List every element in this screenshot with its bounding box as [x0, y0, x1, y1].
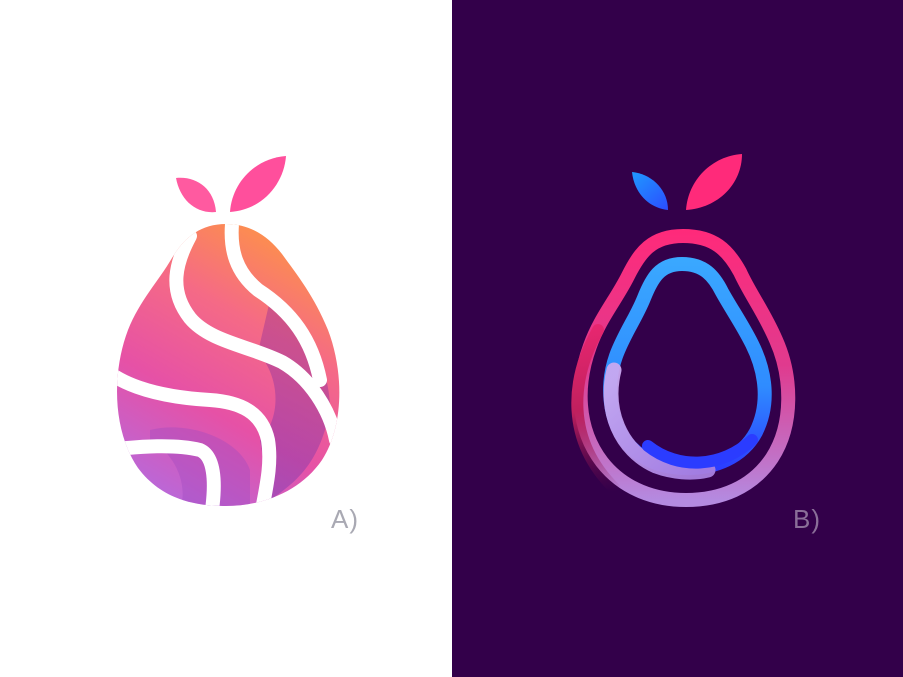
option-b-label: B) — [793, 504, 821, 534]
pear-body — [117, 224, 340, 506]
option-a-label: A) — [331, 504, 359, 534]
leaf-right — [686, 154, 742, 210]
leaf-left — [176, 177, 216, 213]
logo-comparison-canvas: A) B) — [0, 0, 903, 677]
panel-option-a: A) — [0, 0, 452, 677]
panel-option-b: B) — [452, 0, 903, 677]
pear-outline-icon — [571, 154, 796, 508]
leaf-left — [632, 172, 668, 210]
inner-ring — [603, 256, 772, 476]
pear-stripes-icon — [117, 156, 340, 506]
leaf-right — [230, 156, 286, 212]
